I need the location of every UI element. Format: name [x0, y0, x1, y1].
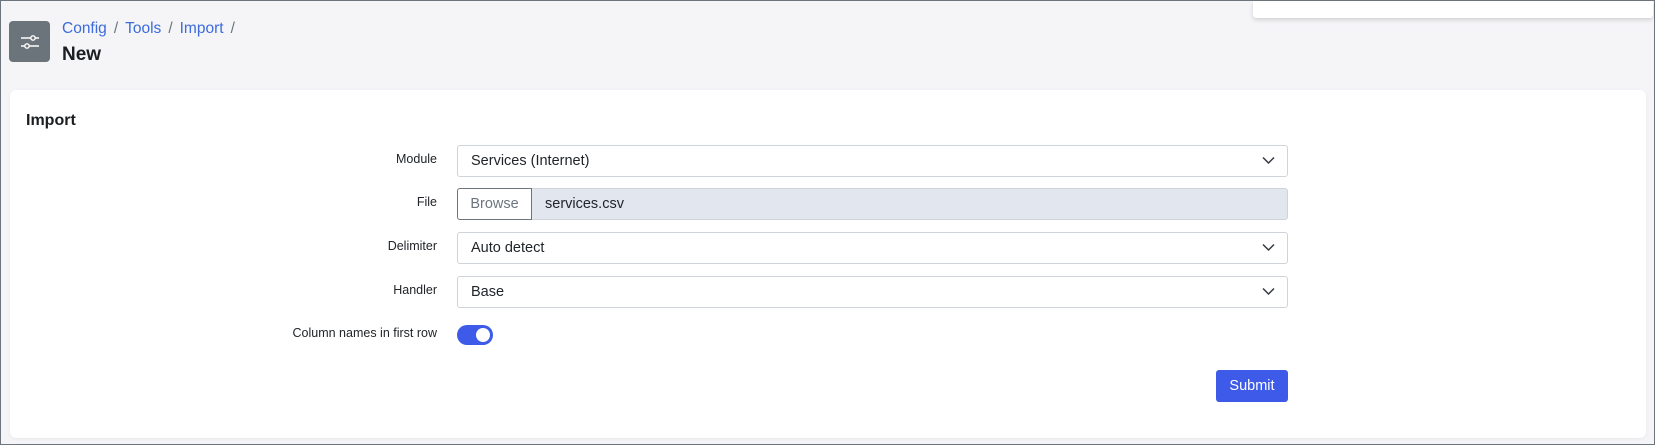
- breadcrumb-link-import[interactable]: Import: [180, 20, 224, 38]
- delimiter-select[interactable]: Auto detect: [457, 232, 1288, 264]
- page-header: Config / Tools / Import / New: [9, 18, 242, 65]
- selected-file-name: services.csv: [545, 196, 624, 212]
- import-card: Import Module Services (Internet) File B…: [10, 90, 1646, 438]
- submit-button[interactable]: Submit: [1216, 370, 1288, 402]
- delimiter-label: Delimiter: [387, 239, 437, 253]
- toggle-knob: [476, 328, 490, 342]
- card-title: Import: [26, 112, 76, 129]
- handler-select-value: Base: [471, 284, 505, 300]
- module-select[interactable]: Services (Internet): [457, 145, 1288, 177]
- breadcrumb-link-config[interactable]: Config: [62, 20, 107, 38]
- top-dropdown-panel: [1253, 1, 1653, 18]
- breadcrumb-separator: /: [168, 20, 173, 37]
- column-names-toggle[interactable]: [457, 325, 493, 345]
- breadcrumb-separator: /: [230, 20, 235, 37]
- sliders-icon: [9, 21, 50, 62]
- module-select-value: Services (Internet): [471, 153, 590, 169]
- delimiter-select-value: Auto detect: [471, 240, 545, 256]
- file-input[interactable]: Browse services.csv: [457, 188, 1288, 220]
- page-title: New: [62, 44, 102, 65]
- handler-select[interactable]: Base: [457, 276, 1288, 308]
- breadcrumb-separator: /: [113, 20, 119, 37]
- column-names-label: Column names in first row: [292, 326, 438, 340]
- chevron-down-icon: [1262, 243, 1275, 252]
- file-label: File: [416, 195, 437, 209]
- chevron-down-icon: [1262, 287, 1275, 296]
- module-label: Module: [396, 152, 437, 166]
- breadcrumb: Config / Tools / Import /: [62, 18, 242, 40]
- chevron-down-icon: [1262, 156, 1275, 165]
- handler-label: Handler: [393, 283, 437, 297]
- browse-button[interactable]: Browse: [457, 188, 532, 220]
- breadcrumb-link-tools[interactable]: Tools: [125, 20, 161, 38]
